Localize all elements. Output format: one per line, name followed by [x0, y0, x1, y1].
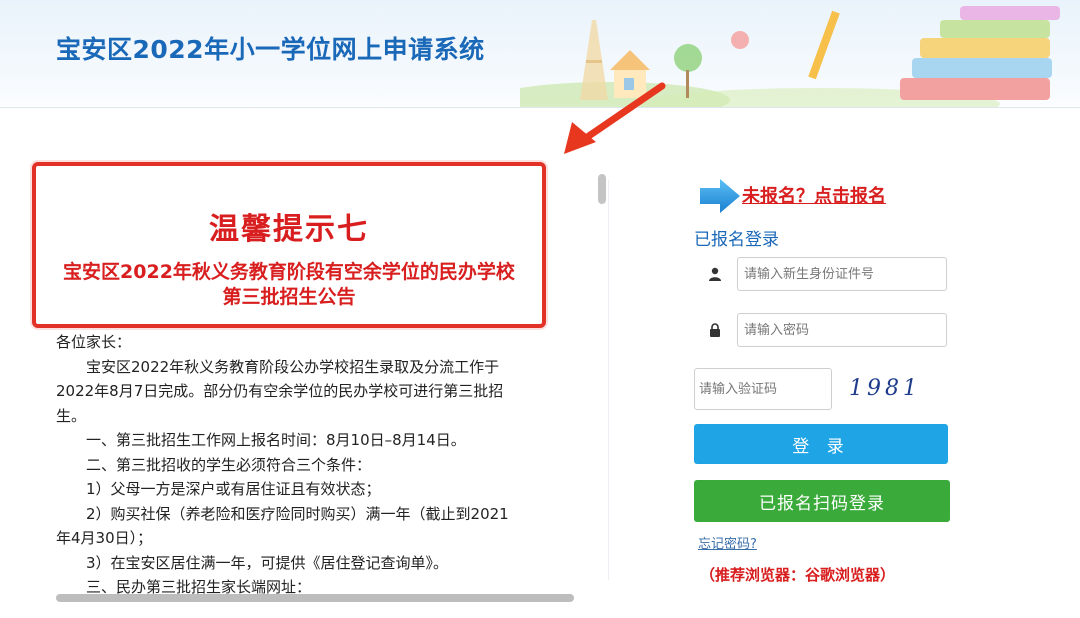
register-link[interactable]: 未报名？点击报名	[742, 182, 886, 208]
lock-icon	[694, 313, 736, 347]
id-field-row	[694, 257, 950, 291]
notice-paragraph: 2）购买社保（养老险和医疗险同时购买）满一年（截止到2021年4月30日）；	[56, 504, 509, 548]
page-header: 宝安区2022年小一学位网上申请系统	[0, 0, 1080, 108]
notice-paragraph: 1）父母一方是深户或有居住证且有效状态；	[86, 480, 381, 498]
forgot-password-link[interactable]: 忘记密码?	[698, 533, 757, 552]
panel-divider	[608, 180, 609, 580]
notice-body: 各位家长： 宝安区2022年秋义务教育阶段公办学校招生录取及分流工作于2022年…	[56, 330, 518, 600]
notice-subtitle: 宝安区2022年秋义务教育阶段有空余学位的民办学校第三批招生公告	[63, 261, 515, 308]
notice-panel[interactable]: 温馨提示七 宝安区2022年秋义务教育阶段有空余学位的民办学校第三批招生公告 各…	[28, 158, 608, 608]
login-button[interactable]: 登 录	[694, 424, 948, 464]
login-section-label: 已报名登录	[694, 230, 779, 250]
user-icon	[694, 257, 736, 291]
site-title: 宝安区2022年小一学位网上申请系统	[56, 35, 485, 64]
password-input[interactable]	[737, 313, 947, 347]
id-number-input[interactable]	[737, 257, 947, 291]
captcha-image[interactable]: 1981	[849, 376, 921, 401]
horizontal-scrollbar[interactable]	[56, 594, 574, 602]
register-row[interactable]: 未报名？点击报名	[698, 176, 958, 216]
notice-highlight-box: 温馨提示七 宝安区2022年秋义务教育阶段有空余学位的民办学校第三批招生公告	[32, 162, 546, 328]
vertical-scrollbar[interactable]	[598, 174, 606, 204]
blue-arrow-icon	[700, 179, 740, 213]
password-field-row	[694, 313, 950, 347]
notice-paragraph: 3）在宝安区居住满一年，可提供《居住登记查询单》。	[86, 553, 449, 572]
captcha-input[interactable]	[694, 368, 832, 410]
notice-paragraph: 二、第三批招收的学生必须符合三个条件：	[86, 455, 372, 474]
notice-paragraph: 各位家长：	[56, 333, 132, 351]
notice-paragraph: 宝安区2022年秋义务教育阶段公办学校招生录取及分流工作于2022年8月7日完成…	[56, 357, 504, 425]
qr-login-button[interactable]: 已报名扫码登录	[694, 480, 950, 522]
browser-recommendation: （推荐浏览器：谷歌浏览器）	[700, 566, 896, 584]
red-arrow-icon	[564, 82, 666, 154]
notice-heading: 温馨提示七	[209, 212, 369, 247]
notice-paragraph: 一、第三批招生工作网上报名时间：8月10日–8月14日。	[86, 431, 466, 449]
